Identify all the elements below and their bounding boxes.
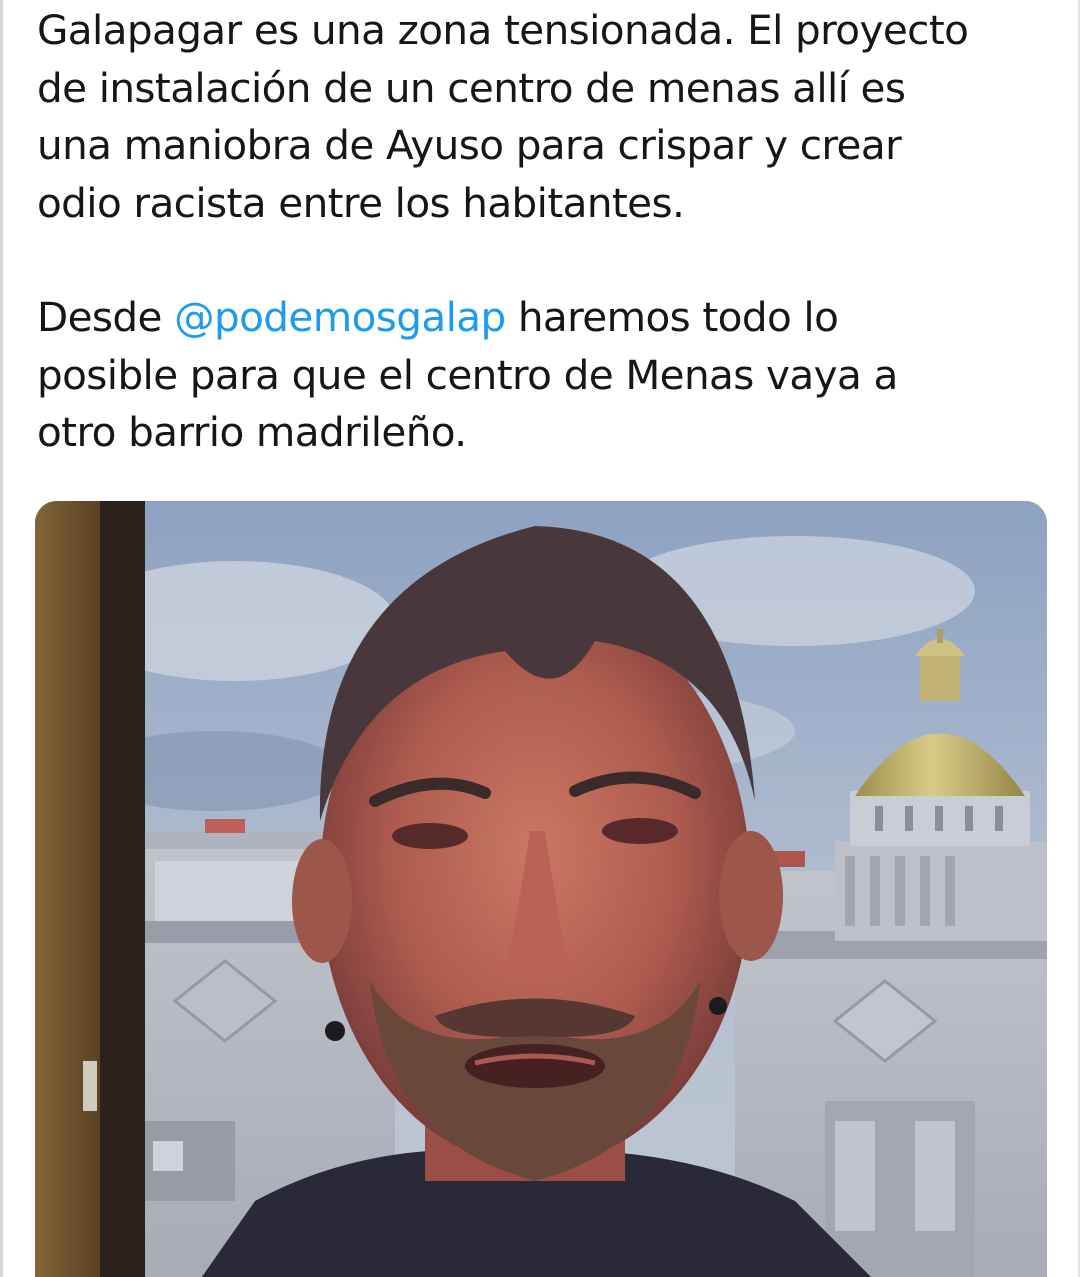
tweet-paragraph-1: Galapagar es una zona tensionada. El pro… (37, 6, 969, 227)
video-frame-image (35, 501, 1047, 1277)
tweet-paragraph-2: Desde @podemosgalap haremos todo lo posi… (37, 289, 1057, 462)
mention-link[interactable]: @podemosgalap (174, 293, 506, 341)
paragraph-2-prefix: Desde (37, 293, 175, 341)
left-border (0, 0, 3, 1277)
tweet-text: Galapagar es una zona tensionada. El pro… (37, 2, 1057, 462)
screenshot-frame: Galapagar es una zona tensionada. El pro… (0, 0, 1080, 1277)
video-thumbnail[interactable] (35, 501, 1047, 1277)
